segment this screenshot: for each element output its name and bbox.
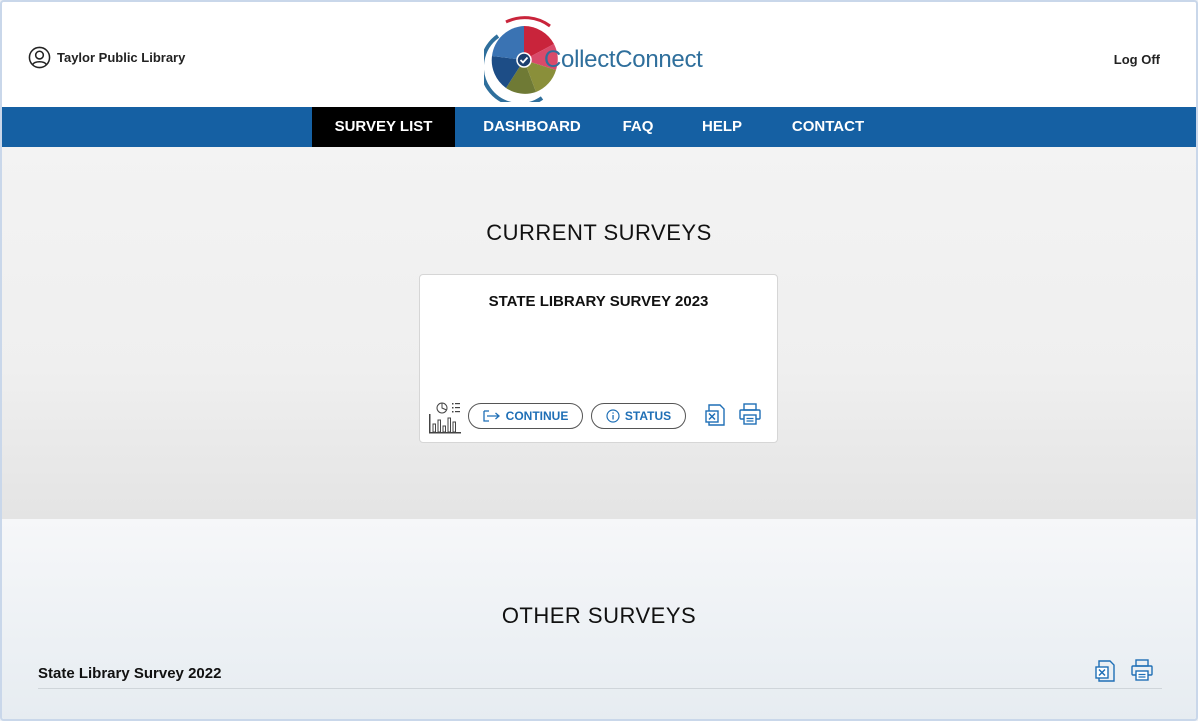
continue-button[interactable]: CONTINUE xyxy=(468,403,583,429)
printer-icon[interactable] xyxy=(1130,658,1154,682)
logo-text: CollectConnect xyxy=(544,46,703,73)
nav-faq[interactable]: FAQ xyxy=(606,107,670,147)
excel-icon[interactable] xyxy=(704,403,728,427)
nav-survey-list[interactable]: SURVEY LIST xyxy=(312,107,455,147)
excel-icon[interactable] xyxy=(1094,659,1118,683)
nav-dashboard[interactable]: DASHBOARD xyxy=(467,107,597,147)
survey-name: State Library Survey 2022 xyxy=(38,665,222,682)
survey-card-title: STATE LIBRARY SURVEY 2023 xyxy=(488,293,709,310)
survey-card: STATE LIBRARY SURVEY 2023 CONTINUE STATU… xyxy=(419,274,778,443)
status-button[interactable]: STATUS xyxy=(591,403,686,429)
current-surveys-title: CURRENT SURVEYS xyxy=(486,220,712,245)
main-nav: SURVEY LIST DASHBOARD FAQ HELP CONTACT xyxy=(2,107,1196,147)
status-label: STATUS xyxy=(624,409,672,423)
list-item[interactable]: State Library Survey 2022 xyxy=(38,655,1162,689)
organization: Taylor Public Library xyxy=(28,46,185,69)
nav-contact[interactable]: CONTACT xyxy=(774,107,882,147)
logo: CollectConnect xyxy=(480,14,724,107)
printer-icon[interactable] xyxy=(738,402,762,426)
logoff-link[interactable]: Log Off xyxy=(1114,52,1160,67)
user-circle-icon xyxy=(28,46,51,69)
other-surveys-section: OTHER SURVEYS State Library Survey 2022 xyxy=(2,519,1196,719)
header: Taylor Public Library CollectConnect Log… xyxy=(2,2,1196,107)
info-icon xyxy=(606,409,620,423)
arrow-right-icon xyxy=(483,410,500,422)
organization-name: Taylor Public Library xyxy=(57,50,186,65)
continue-label: CONTINUE xyxy=(505,409,569,423)
nav-help[interactable]: HELP xyxy=(688,107,756,147)
app-window: Taylor Public Library CollectConnect Log… xyxy=(0,0,1198,721)
chart-icon[interactable] xyxy=(428,400,462,434)
current-surveys-section: CURRENT SURVEYS STATE LIBRARY SURVEY 202… xyxy=(2,147,1196,519)
other-surveys-title: OTHER SURVEYS xyxy=(501,603,697,628)
